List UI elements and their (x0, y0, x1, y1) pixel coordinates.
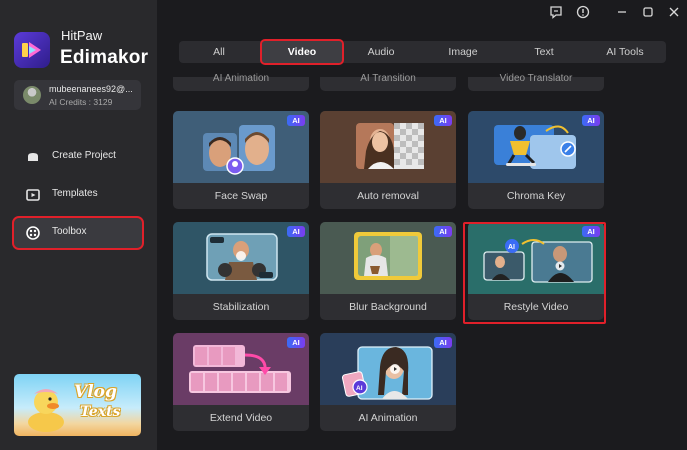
ai-badge: AI (434, 115, 452, 126)
close-icon[interactable] (667, 5, 681, 19)
logo-play-icon (22, 42, 41, 58)
svg-text:AI: AI (356, 385, 363, 392)
ai-badge: AI (582, 115, 600, 126)
card-ai-transition-partial[interactable]: AI Transition (320, 73, 456, 91)
restyle-video-highlight (463, 222, 606, 324)
ai-badge: AI (434, 226, 452, 237)
tab-video[interactable]: Video (260, 39, 344, 65)
nav-label: Toolbox (52, 226, 87, 237)
vlog-texts-banner[interactable]: Vlog Texts (14, 374, 141, 436)
card-blur-background[interactable]: AI Blur Background (320, 222, 456, 320)
minimize-icon[interactable] (615, 5, 629, 19)
brand-name: HitPaw (61, 28, 103, 43)
tab-ai-tools[interactable]: AI Tools (585, 41, 665, 63)
card-title: Auto removal (357, 190, 419, 202)
tab-text[interactable]: Text (504, 41, 584, 63)
card-ai-animation[interactable]: AI AI AI Animation (320, 333, 456, 431)
nav-label: Templates (52, 188, 98, 199)
card-title: AI Animation (212, 73, 270, 84)
card-stabilization[interactable]: AI Stabilization (173, 222, 309, 320)
nav-label: Create Project (52, 150, 116, 161)
ai-badge: AI (434, 337, 452, 348)
tab-image[interactable]: Image (423, 41, 503, 63)
card-chroma-key[interactable]: AI Chroma Key (468, 111, 604, 209)
account-panel[interactable]: mubeenanees92@... AI Credits : 3129 (14, 80, 141, 110)
ai-badge: AI (287, 115, 305, 126)
nav-templates[interactable]: Templates (14, 180, 142, 210)
nav-toolbox[interactable]: Toolbox (12, 216, 144, 250)
product-name: Edimakor (60, 47, 149, 68)
create-project-icon (28, 153, 38, 161)
promo-word-1: Vlog (74, 382, 117, 402)
tab-all[interactable]: All (179, 41, 259, 63)
duck-mascot-icon (28, 389, 64, 432)
card-auto-removal[interactable]: AI Auto removal (320, 111, 456, 209)
nav-create-project[interactable]: Create Project (14, 142, 142, 172)
app-logo (14, 32, 50, 68)
promo-word-2: Texts (80, 404, 121, 420)
card-extend-video[interactable]: AI Extend Video (173, 333, 309, 431)
feedback-icon[interactable] (549, 5, 563, 19)
ai-badge: AI (287, 226, 305, 237)
maximize-icon[interactable] (641, 5, 655, 19)
update-icon[interactable] (576, 5, 590, 19)
card-face-swap[interactable]: AI Face Swap (173, 111, 309, 209)
card-video-translator-partial[interactable]: Video Translator (468, 73, 604, 91)
account-email: mubeenanees92@... (49, 84, 133, 94)
sidebar: HitPaw Edimakor mubeenanees92@... AI Cre… (0, 0, 157, 450)
avatar (23, 86, 41, 104)
card-title: Blur Background (349, 301, 427, 313)
toolbox-icon (26, 226, 40, 240)
templates-icon (26, 189, 40, 201)
card-title: Video Translator (499, 73, 573, 84)
card-title: AI Transition (360, 73, 416, 84)
card-ai-animation-partial[interactable]: AI Animation (173, 73, 309, 91)
card-title: AI Animation (358, 412, 418, 424)
card-title: Extend Video (209, 412, 273, 424)
category-tabs: All Video Audio Image Text AI Tools (179, 39, 666, 65)
ai-credits: AI Credits : 3129 (49, 97, 113, 107)
card-title: Stabilization (212, 301, 270, 313)
tab-audio[interactable]: Audio (341, 41, 421, 63)
ai-badge: AI (287, 337, 305, 348)
card-title: Chroma Key (506, 190, 566, 202)
card-title: Face Swap (214, 190, 268, 202)
